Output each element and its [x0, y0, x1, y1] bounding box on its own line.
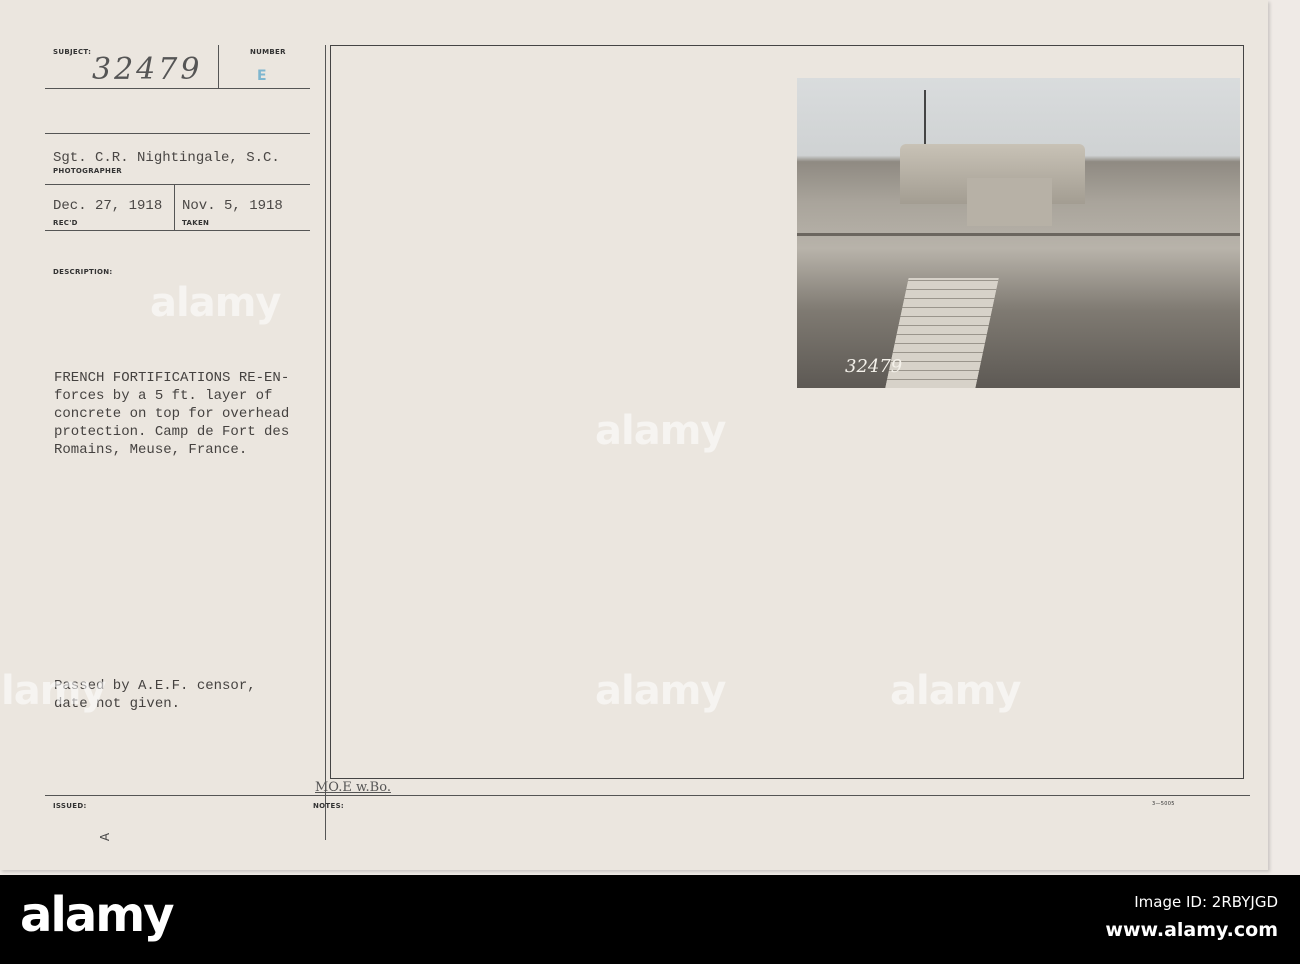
brick-wall	[885, 278, 999, 388]
notes-label: NOTES:	[313, 802, 345, 810]
taken-date: Nov. 5, 1918	[182, 198, 283, 214]
subject-number: 32479	[92, 52, 203, 87]
divider	[45, 230, 310, 231]
received-date: Dec. 27, 1918	[53, 198, 163, 214]
watermark: alamy	[595, 668, 726, 714]
watermark: alamy	[150, 280, 281, 326]
watermark: alamy	[890, 668, 1021, 714]
column-divider	[325, 45, 326, 840]
divider	[45, 88, 310, 89]
subject-label: SUBJECT:	[53, 48, 92, 56]
received-label: REC'D	[53, 219, 78, 227]
fortification-photo: 32479	[797, 78, 1240, 388]
issued-label: ISSUED:	[53, 802, 87, 810]
taken-label: TAKEN	[182, 219, 210, 227]
issued-mark: A	[98, 832, 113, 842]
description-label: DESCRIPTION:	[53, 268, 113, 276]
photographer-label: PHOTOGRAPHER	[53, 167, 122, 175]
number-label: NUMBER	[250, 48, 286, 56]
trench-edge	[797, 233, 1240, 236]
divider	[218, 45, 219, 88]
archival-photo-card: SUBJECT: 32479 NUMBER E Sgt. C.R. Nighti…	[0, 0, 1268, 870]
divider	[45, 184, 310, 185]
notes-handwriting: MO.E w.Bo.	[315, 780, 391, 795]
form-number: 3—5005	[1152, 801, 1175, 807]
divider	[45, 133, 310, 134]
watermark: alamy	[595, 408, 726, 454]
number-stamp: E	[257, 68, 267, 84]
image-id: Image ID: 2RBYJGD	[1134, 893, 1278, 911]
site-link[interactable]: www.alamy.com	[1105, 919, 1278, 941]
divider	[174, 184, 175, 230]
watermark: alamy	[0, 668, 106, 714]
photo-number: 32479	[845, 356, 903, 377]
footer-bar: alamy Image ID: 2RBYJGD www.alamy.com	[0, 875, 1300, 964]
alamy-logo: alamy	[20, 887, 175, 943]
description-text: FRENCH FORTIFICATIONS RE-EN- forces by a…	[54, 370, 290, 458]
photographer-name: Sgt. C.R. Nightingale, S.C.	[53, 150, 280, 166]
divider	[45, 795, 1250, 796]
bunker-annex	[967, 178, 1052, 226]
